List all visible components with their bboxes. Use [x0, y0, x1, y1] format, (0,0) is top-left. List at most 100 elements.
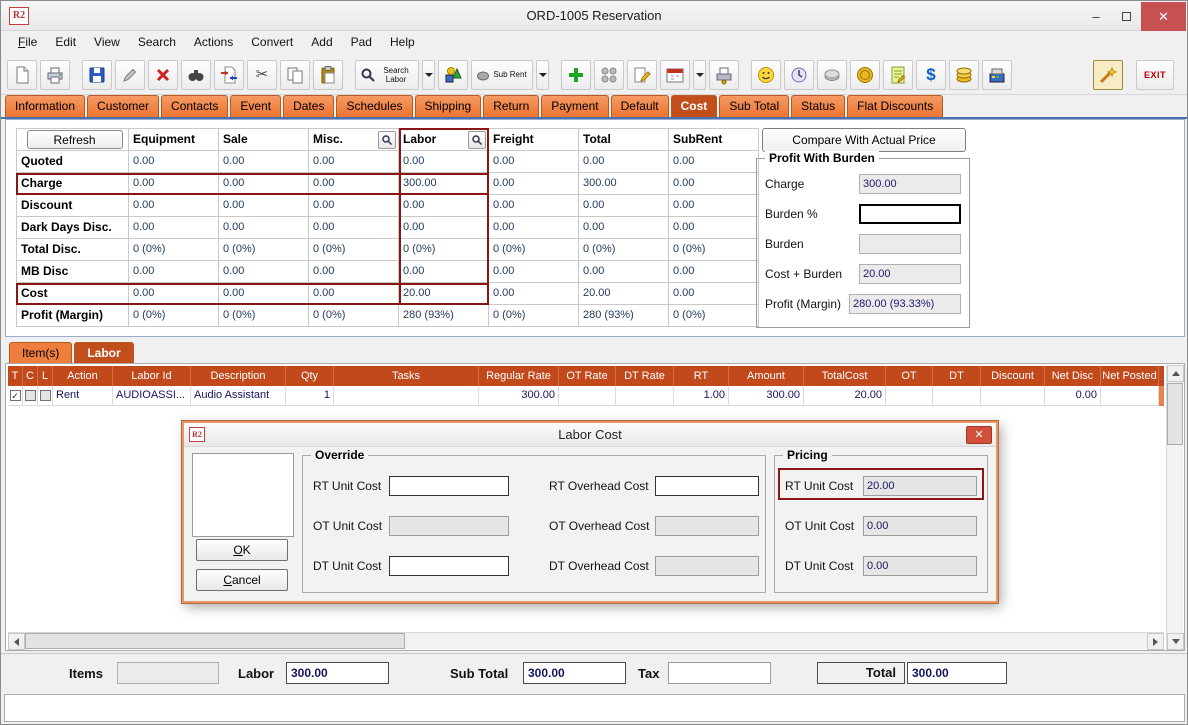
col-ot-rate[interactable]: OT Rate [559, 366, 616, 386]
find-binoculars-button[interactable] [181, 60, 211, 90]
close-button[interactable]: ✕ [1141, 2, 1186, 31]
col-t[interactable]: T [8, 366, 23, 386]
tab-cost[interactable]: Cost [671, 95, 718, 117]
dialog-list-box[interactable] [192, 453, 294, 537]
ok-button[interactable]: OK [196, 539, 288, 561]
checkbox-icon[interactable] [40, 390, 51, 401]
dialog-close-button[interactable]: ✕ [966, 426, 992, 444]
rt-unit-cost-input[interactable] [389, 476, 509, 496]
col-qty[interactable]: Qty [286, 366, 334, 386]
exit-button[interactable]: EXIT [1136, 60, 1174, 90]
burden-percent-input[interactable] [859, 204, 961, 224]
tab-payment[interactable]: Payment [541, 95, 608, 117]
col-dt-rate[interactable]: DT Rate [616, 366, 674, 386]
menu-view[interactable]: View [85, 31, 129, 55]
col-labor-id[interactable]: Labor Id [113, 366, 191, 386]
search-labor-button[interactable]: Search Labor [355, 60, 419, 90]
disc-button[interactable] [817, 60, 847, 90]
currency-transfer-button[interactable]: $ [916, 60, 946, 90]
rt-overhead-cost-input[interactable] [655, 476, 759, 496]
tab-default[interactable]: Default [611, 95, 669, 117]
vertical-scrollbar[interactable] [1166, 365, 1183, 650]
cut-button[interactable]: ✂ [247, 60, 277, 90]
menu-file[interactable]: File [9, 31, 46, 55]
menu-add[interactable]: Add [302, 31, 341, 55]
col-l[interactable]: L [38, 366, 53, 386]
add-item-button[interactable] [561, 60, 591, 90]
wand-button[interactable] [1093, 60, 1123, 90]
menu-help[interactable]: Help [381, 31, 424, 55]
checkbox-checked-icon[interactable]: ✓ [10, 390, 21, 401]
col-totalcost[interactable]: TotalCost [804, 366, 886, 386]
tab-sub-total[interactable]: Sub Total [719, 95, 789, 117]
col-dt[interactable]: DT [933, 366, 981, 386]
new-document-button[interactable] [7, 60, 37, 90]
scroll-left-button[interactable] [8, 633, 25, 650]
col-net-posted[interactable]: Net Posted [1101, 366, 1159, 386]
col-amount[interactable]: Amount [729, 366, 804, 386]
tab-event[interactable]: Event [230, 95, 281, 117]
vertical-scroll-thumb[interactable] [1167, 383, 1183, 445]
delete-button[interactable] [148, 60, 178, 90]
money-stack-button[interactable] [949, 60, 979, 90]
menu-convert[interactable]: Convert [242, 31, 302, 55]
col-discount[interactable]: Discount [981, 366, 1045, 386]
tab-labor[interactable]: Labor [74, 342, 133, 363]
refresh-button[interactable]: Refresh [27, 130, 123, 149]
menu-search[interactable]: Search [129, 31, 185, 55]
tab-information[interactable]: Information [5, 95, 85, 117]
save-button[interactable] [82, 60, 112, 90]
print-invoice-button[interactable] [709, 60, 739, 90]
horizontal-scroll-thumb[interactable] [25, 633, 405, 649]
tab-shipping[interactable]: Shipping [415, 95, 482, 117]
copy-button[interactable] [280, 60, 310, 90]
col-description[interactable]: Description [191, 366, 286, 386]
menu-pad[interactable]: Pad [342, 31, 381, 55]
sub-rent-dropdown[interactable] [536, 60, 549, 90]
tab-flat-discounts[interactable]: Flat Discounts [847, 95, 943, 117]
tab-status[interactable]: Status [791, 95, 845, 117]
paste-button[interactable] [313, 60, 343, 90]
calendar-dropdown[interactable] [693, 60, 706, 90]
cancel-button[interactable]: Cancel [196, 569, 288, 591]
cash-register-button[interactable] [982, 60, 1012, 90]
tab-schedules[interactable]: Schedules [336, 95, 412, 117]
shapes-button[interactable] [438, 60, 468, 90]
scroll-right-button[interactable] [1147, 633, 1164, 650]
tab-return[interactable]: Return [483, 95, 539, 117]
menu-edit[interactable]: Edit [46, 31, 85, 55]
col-c[interactable]: C [23, 366, 38, 386]
tab-dates[interactable]: Dates [283, 95, 334, 117]
col-action[interactable]: Action [53, 366, 113, 386]
notes-button[interactable] [627, 60, 657, 90]
money-coin-button[interactable] [850, 60, 880, 90]
labor-row[interactable]: ✓ Rent AUDIOASSI... Audio Assistant 1 30… [8, 386, 1164, 406]
tab-contacts[interactable]: Contacts [161, 95, 228, 117]
horizontal-scroll-track[interactable] [405, 633, 1147, 649]
col-net-disc[interactable]: Net Disc [1045, 366, 1101, 386]
edit-pencil-button[interactable] [115, 60, 145, 90]
menu-actions[interactable]: Actions [185, 31, 242, 55]
col-tasks[interactable]: Tasks [334, 366, 479, 386]
print-button[interactable] [40, 60, 70, 90]
labor-search-button[interactable] [468, 131, 486, 149]
customer-service-button[interactable] [751, 60, 781, 90]
minimize-button[interactable]: – [1081, 2, 1111, 31]
scroll-down-button[interactable] [1167, 633, 1184, 650]
maximize-button[interactable] [1111, 2, 1141, 31]
horizontal-scrollbar[interactable] [8, 632, 1164, 649]
sub-rent-button[interactable]: Sub Rent [471, 60, 533, 90]
checkbox-icon[interactable] [25, 390, 36, 401]
calendar-button[interactable] [660, 60, 690, 90]
worksheet-button[interactable] [883, 60, 913, 90]
options-dots-button[interactable] [594, 60, 624, 90]
transfer-button[interactable] [214, 60, 244, 90]
dt-unit-cost-input[interactable] [389, 556, 509, 576]
tab-items[interactable]: Item(s) [9, 342, 72, 363]
tab-customer[interactable]: Customer [87, 95, 159, 117]
compare-actual-price-button[interactable]: Compare With Actual Price [762, 128, 966, 152]
col-rt[interactable]: RT [674, 366, 729, 386]
scroll-up-button[interactable] [1167, 365, 1184, 382]
search-labor-dropdown[interactable] [422, 60, 435, 90]
time-clock-button[interactable] [784, 60, 814, 90]
